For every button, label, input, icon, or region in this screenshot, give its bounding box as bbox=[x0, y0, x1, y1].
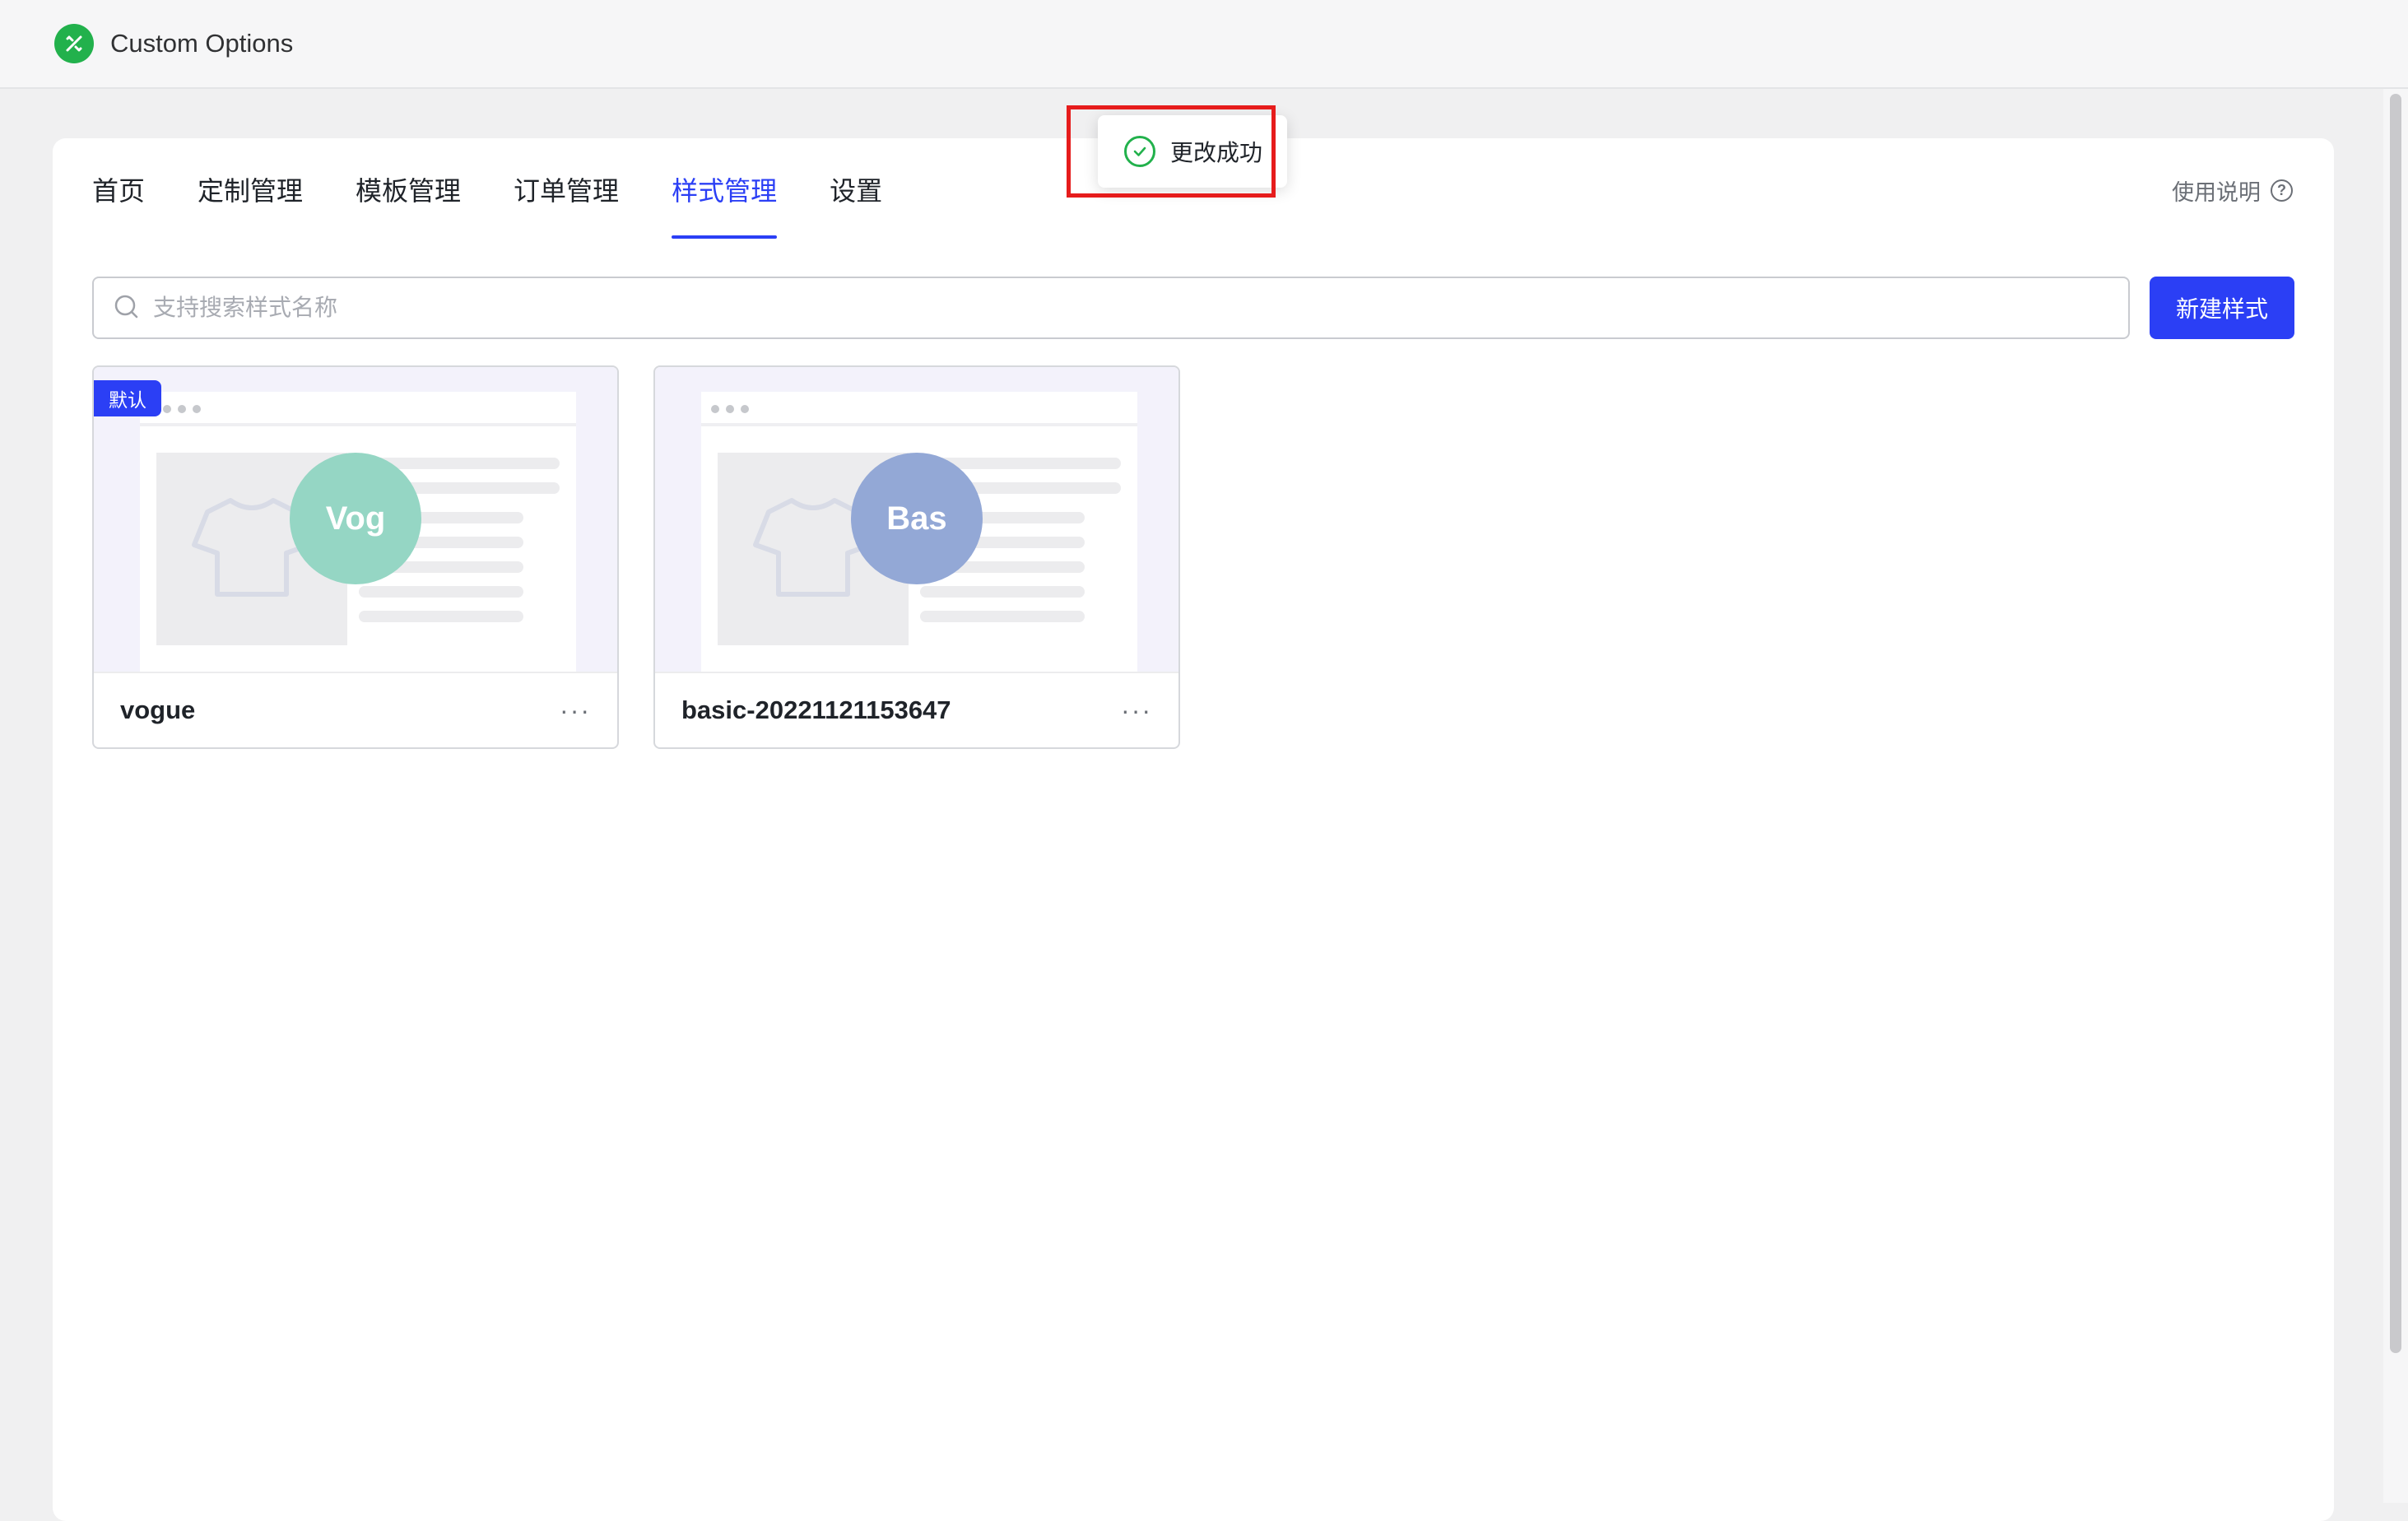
style-name: vogue bbox=[120, 695, 196, 724]
tab-customization[interactable]: 定制管理 bbox=[198, 168, 303, 239]
tools-icon bbox=[54, 24, 94, 63]
style-card-footer: basic-20221121153647 ··· bbox=[655, 672, 1178, 747]
tab-styles[interactable]: 样式管理 bbox=[672, 168, 778, 239]
new-style-button[interactable]: 新建样式 bbox=[2150, 277, 2294, 339]
scrollbar[interactable] bbox=[2383, 89, 2408, 1503]
nav-tabs: 首页 定制管理 模板管理 订单管理 样式管理 设置 bbox=[92, 168, 935, 239]
style-preview: Bas bbox=[655, 367, 1178, 672]
main-panel: 首页 定制管理 模板管理 订单管理 样式管理 设置 使用说明 ? 新建样式 bbox=[53, 138, 2334, 1521]
tab-orders[interactable]: 订单管理 bbox=[514, 168, 619, 239]
tab-templates[interactable]: 模板管理 bbox=[356, 168, 461, 239]
tab-settings[interactable]: 设置 bbox=[830, 168, 882, 239]
style-card[interactable]: Vog 默认 vogue ··· bbox=[92, 365, 619, 749]
style-avatar: Bas bbox=[851, 453, 983, 584]
style-preview: Vog 默认 bbox=[94, 367, 617, 672]
search-icon bbox=[114, 295, 138, 319]
scrollbar-thumb[interactable] bbox=[2390, 94, 2401, 1353]
help-link[interactable]: 使用说明 ? bbox=[2172, 174, 2293, 207]
style-card[interactable]: Bas basic-20221121153647 ··· bbox=[653, 365, 1180, 749]
question-circle-icon: ? bbox=[2271, 179, 2293, 202]
app-header: Custom Options bbox=[0, 0, 2408, 89]
style-avatar: Vog bbox=[290, 453, 421, 584]
default-badge: 默认 bbox=[94, 380, 161, 416]
search-input[interactable] bbox=[153, 295, 2046, 321]
help-label: 使用说明 bbox=[2172, 180, 2261, 205]
tab-home[interactable]: 首页 bbox=[92, 168, 145, 239]
style-name: basic-20221121153647 bbox=[681, 695, 951, 724]
highlight-box bbox=[1067, 105, 1276, 198]
app-title: Custom Options bbox=[110, 29, 294, 58]
search-box[interactable] bbox=[92, 277, 2130, 339]
more-options-icon[interactable]: ··· bbox=[1121, 697, 1152, 723]
style-card-footer: vogue ··· bbox=[94, 672, 617, 747]
more-options-icon[interactable]: ··· bbox=[560, 697, 591, 723]
